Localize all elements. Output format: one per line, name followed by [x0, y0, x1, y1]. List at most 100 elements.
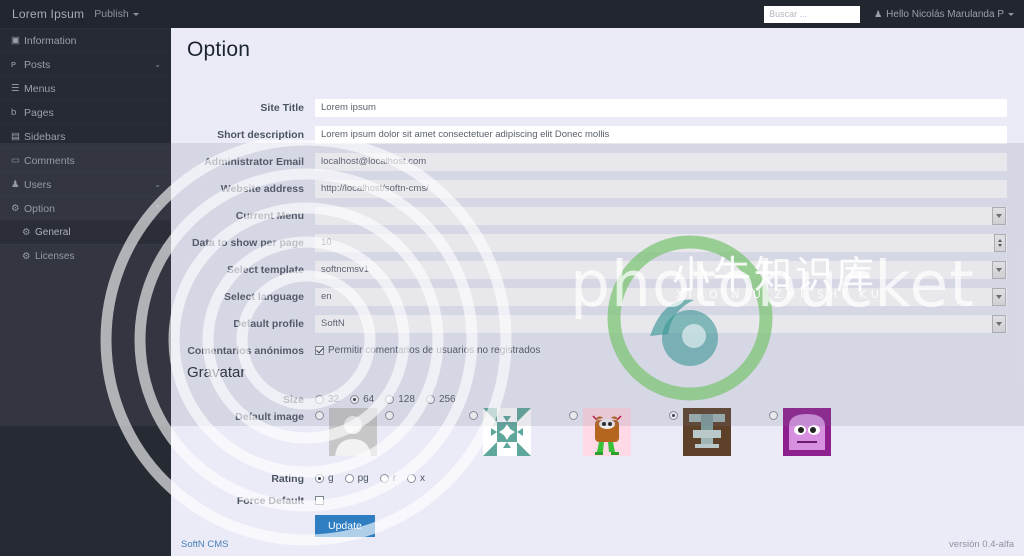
page-title: Option — [187, 38, 250, 62]
gravatar-size-option-label: 32 — [328, 394, 339, 405]
radio-button[interactable] — [407, 474, 416, 483]
sidebar-item-users[interactable]: ♟ Users ⌄ — [0, 172, 171, 196]
update-button[interactable]: Update — [315, 515, 375, 537]
field-control — [315, 99, 1024, 117]
radio-button[interactable] — [380, 474, 389, 483]
data-to-show-per-page-number-input[interactable]: 10 — [315, 234, 1007, 252]
radio-button[interactable] — [769, 411, 778, 420]
sidebar-item-label: Menus — [24, 83, 56, 95]
chevron-down-icon[interactable] — [992, 261, 1006, 279]
field-control — [315, 126, 1024, 144]
short-description-input[interactable] — [315, 126, 1007, 144]
gravatar-default-image-option-mm[interactable] — [315, 408, 377, 456]
administrator-email-input[interactable] — [315, 153, 1007, 171]
gravatar-rating-option-x[interactable]: x — [407, 473, 425, 484]
number-stepper[interactable] — [994, 234, 1006, 252]
gravatar-size-option-256[interactable]: 256 — [426, 394, 456, 405]
field-control — [315, 207, 1024, 225]
gravatar-default-image-option-blank[interactable] — [385, 408, 399, 420]
sidebar-item-sidebars[interactable]: ▤ Sidebars — [0, 124, 171, 148]
gravatar-size-option-32[interactable]: 32 — [315, 394, 339, 405]
info-icon: ▣ — [11, 35, 24, 46]
sidebar-item-menus[interactable]: ☰ Menus — [0, 76, 171, 100]
default-profile-select[interactable]: SoftN — [315, 315, 1007, 333]
anonymous-comments-checkbox[interactable] — [315, 346, 324, 355]
brand-logo[interactable]: Lorem Ipsum — [0, 7, 94, 21]
form-actions-row: Update — [171, 512, 1024, 539]
chevron-down-icon — [133, 13, 139, 16]
force-default-checkbox[interactable] — [315, 496, 324, 505]
gravatar-rating-option-g[interactable]: g — [315, 473, 334, 484]
radio-button[interactable] — [350, 395, 359, 404]
form-row-website-address: Website address — [171, 175, 1024, 202]
form-row-default-profile: Default profile SoftN — [171, 310, 1024, 337]
radio-button[interactable] — [669, 411, 678, 420]
select-language-select[interactable]: en — [315, 288, 1007, 306]
gravatar-rating-option-r[interactable]: r — [380, 473, 396, 484]
chevron-down-icon[interactable] — [992, 315, 1006, 333]
form-row-data-to-show-per-page: Data to show per page 10 — [171, 229, 1024, 256]
sidebar-item-label: Option — [24, 203, 55, 215]
radio-button[interactable] — [345, 474, 354, 483]
actions-control: Update — [315, 515, 1024, 537]
gravatar-rating-option-label: x — [420, 473, 425, 484]
gravatar-size-label: Size — [171, 394, 315, 406]
gravatar-default-image-option-retro[interactable] — [769, 408, 831, 456]
field-label: Data to show per page — [171, 237, 315, 249]
field-label: Current Menu — [171, 210, 315, 222]
field-control: en — [315, 288, 1024, 306]
search-input[interactable] — [764, 6, 860, 23]
sidebar-item-pages[interactable]: ὜b Pages — [0, 100, 171, 124]
user-icon: ♟ — [11, 179, 24, 190]
publish-dropdown[interactable]: Publish — [94, 8, 138, 20]
website-address-input[interactable] — [315, 180, 1007, 198]
gravatar-size-option-64[interactable]: 64 — [350, 394, 374, 405]
footer-brand-link[interactable]: SoftN CMS — [181, 539, 229, 550]
field-control: SoftN — [315, 315, 1024, 333]
gravatar-default-image-label: Default image — [171, 408, 315, 423]
anonymous-comments-option[interactable]: Permitir comentarios de usuarios no regi… — [315, 345, 540, 356]
chevron-down-icon[interactable] — [992, 207, 1006, 225]
gravatar-rating-options: g pg r x — [315, 470, 1024, 488]
gravatar-default-image-option-identicon[interactable] — [469, 408, 531, 456]
sidebar-item-posts[interactable]: ᴘ Posts ⌄ — [0, 52, 171, 76]
field-label: Select template — [171, 264, 315, 276]
user-greeting-label: Hello Nicolás Marulanda P — [886, 9, 1004, 20]
sidebar-item-general[interactable]: ⚙ General — [0, 220, 171, 244]
chevron-down-icon[interactable] — [992, 288, 1006, 306]
field-control — [315, 153, 1024, 171]
selected-value: en — [321, 289, 332, 305]
sidebar-item-information[interactable]: ▣ Information — [0, 28, 171, 52]
radio-button[interactable] — [469, 411, 478, 420]
avatar-retro-icon — [783, 408, 831, 456]
gravatar-size-option-128[interactable]: 128 — [385, 394, 415, 405]
sidebar-item-licenses[interactable]: ⚙ Licenses — [0, 244, 171, 268]
anonymous-comments-checkbox-label: Permitir comentarios de usuarios no regi… — [328, 345, 540, 356]
top-navigation-bar: Lorem Ipsum Publish ♟ Hello Nicolás Maru… — [0, 0, 1024, 28]
radio-button[interactable] — [569, 411, 578, 420]
radio-button[interactable] — [315, 474, 324, 483]
radio-button[interactable] — [315, 395, 324, 404]
radio-button[interactable] — [385, 411, 394, 420]
avatar-mm-icon — [329, 408, 377, 456]
gravatar-size-option-label: 128 — [398, 394, 415, 405]
field-label: Site Title — [171, 102, 315, 114]
gravatar-default-image-option-wavatar[interactable] — [669, 408, 731, 456]
field-label: Default profile — [171, 318, 315, 330]
radio-button[interactable] — [315, 411, 324, 420]
sidebar-item-comments[interactable]: ▭ Comments — [0, 148, 171, 172]
select-template-select[interactable]: softncmsv1 — [315, 261, 1007, 279]
radio-button[interactable] — [426, 395, 435, 404]
radio-button[interactable] — [385, 395, 394, 404]
sidebar-item-option[interactable]: ⚙ Option ⌃ — [0, 196, 171, 220]
user-account-menu[interactable]: ♟ Hello Nicolás Marulanda P — [874, 9, 1014, 20]
field-label: Short description — [171, 129, 315, 141]
megaphone-icon: ᴘ — [11, 59, 24, 70]
current-menu-select[interactable] — [315, 207, 1007, 225]
form-row-select-language: Select language en — [171, 283, 1024, 310]
sidebar-item-label: General — [35, 227, 71, 238]
gravatar-default-image-option-monsterid[interactable] — [569, 408, 631, 456]
form-row-select-template: Select template softncmsv1 — [171, 256, 1024, 283]
gravatar-rating-option-pg[interactable]: pg — [345, 473, 369, 484]
site-title-input[interactable] — [315, 99, 1007, 117]
